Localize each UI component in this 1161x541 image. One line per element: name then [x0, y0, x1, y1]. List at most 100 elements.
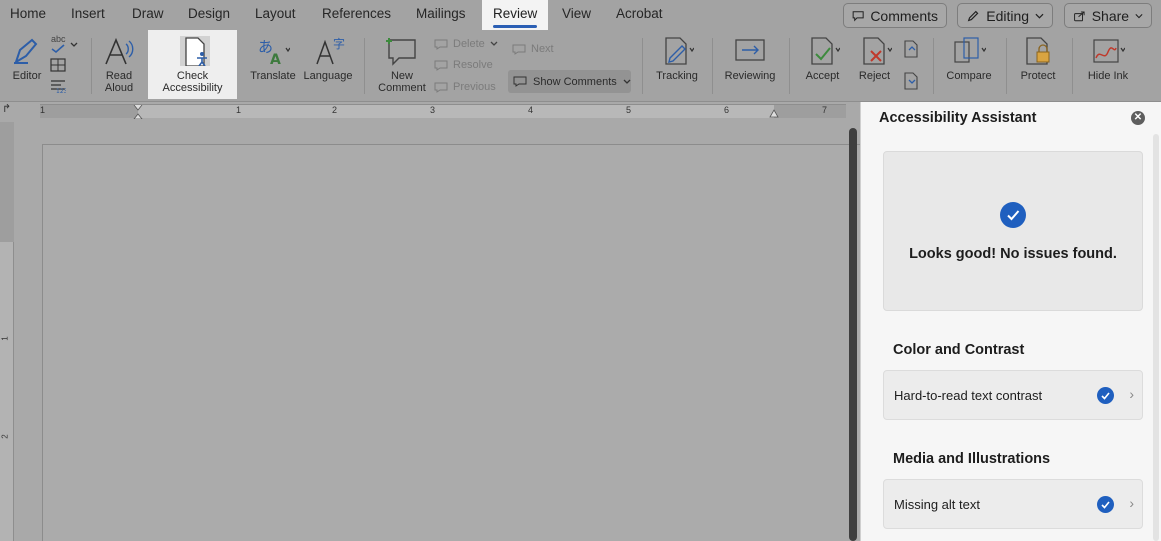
- section-heading-color-contrast: Color and Contrast: [893, 342, 1025, 358]
- summary-card: Looks good! No issues found.: [883, 151, 1143, 311]
- share-label: Share: [1091, 7, 1130, 24]
- read-aloud-button[interactable]: Read Aloud: [99, 30, 139, 100]
- reject-change-icon: [862, 37, 892, 65]
- hide-ink-button[interactable]: Hide Ink: [1082, 30, 1134, 100]
- editor-button[interactable]: Editor: [6, 30, 48, 100]
- tab-design[interactable]: Design: [188, 6, 230, 21]
- previous-comment-icon: [434, 82, 448, 93]
- tracking-button[interactable]: Tracking: [652, 30, 702, 100]
- tab-review-label: Review: [493, 6, 538, 21]
- accept-change-icon: [810, 37, 840, 65]
- resolve-comment-button[interactable]: Resolve: [434, 59, 493, 71]
- tab-mailings[interactable]: Mailings: [416, 6, 466, 21]
- chevron-down-icon: [1035, 13, 1044, 19]
- ribbon-separator: [712, 38, 713, 94]
- check-item-contrast[interactable]: Hard-to-read text contrast ›: [883, 370, 1143, 420]
- delete-comment-icon: [434, 39, 448, 50]
- vertical-ruler-top-margin: [0, 122, 14, 242]
- pane-scrollbar[interactable]: [1153, 134, 1159, 541]
- ribbon-separator: [933, 38, 934, 94]
- check-item-label: Hard-to-read text contrast: [894, 388, 1043, 403]
- compare-icon: [954, 37, 986, 63]
- spelling-check-icon: [51, 44, 65, 54]
- comments-button[interactable]: Comments: [843, 3, 947, 28]
- editing-label: Editing: [986, 7, 1030, 24]
- check-accessibility-label-2: Accessibility: [162, 82, 223, 94]
- tab-acrobat[interactable]: Acrobat: [616, 6, 663, 21]
- word-count-icon[interactable]: 123: [50, 79, 66, 93]
- read-aloud-label-2: Aloud: [104, 82, 134, 94]
- chevron-down-icon: [70, 42, 78, 47]
- check-circle-icon: [1000, 202, 1026, 228]
- check-item-alt-text[interactable]: Missing alt text ›: [883, 479, 1143, 529]
- delete-label: Delete: [453, 38, 485, 50]
- accept-button[interactable]: Accept: [800, 30, 845, 100]
- accessibility-assistant-pane: Accessibility Assistant ✕ Looks good! No…: [860, 102, 1161, 541]
- ruler-number: 6: [724, 105, 730, 115]
- check-circle-icon: [1097, 387, 1114, 404]
- ribbon-separator: [1006, 38, 1007, 94]
- section-heading-media: Media and Illustrations: [893, 451, 1051, 467]
- reject-button[interactable]: Reject: [852, 30, 897, 100]
- check-item-label: Missing alt text: [894, 497, 980, 512]
- compare-button[interactable]: Compare: [943, 30, 995, 100]
- track-changes-icon: [665, 37, 694, 65]
- translate-label: Translate: [250, 70, 296, 82]
- check-circle-icon: [1097, 496, 1114, 513]
- tab-draw[interactable]: Draw: [132, 6, 164, 21]
- hide-ink-label: Hide Ink: [1087, 70, 1129, 82]
- pencil-icon: [967, 10, 979, 21]
- share-button[interactable]: Share: [1064, 3, 1152, 28]
- right-indent-marker[interactable]: [769, 108, 779, 118]
- tab-insert[interactable]: Insert: [71, 6, 105, 21]
- vertical-ruler[interactable]: 1 2: [0, 122, 14, 541]
- tab-layout[interactable]: Layout: [255, 6, 296, 21]
- language-icon: 字: [316, 36, 345, 65]
- close-icon[interactable]: ✕: [1131, 111, 1145, 125]
- accessibility-document-icon: [179, 36, 210, 66]
- previous-change-icon[interactable]: [903, 40, 919, 58]
- indent-marker[interactable]: [133, 105, 143, 119]
- tab-view[interactable]: View: [562, 6, 591, 21]
- next-comment-button[interactable]: Next: [512, 43, 554, 55]
- check-accessibility-label-1: Check: [176, 70, 209, 82]
- review-ribbon: Editor abc 123 Read Aloud Check Accessib…: [0, 30, 1161, 102]
- editor-label: Editor: [12, 70, 42, 82]
- horizontal-ruler[interactable]: 1 1 2 3 4 5 6 7: [40, 104, 846, 119]
- translate-button[interactable]: あA Translate: [248, 30, 298, 100]
- spelling-button[interactable]: abc: [51, 34, 66, 44]
- previous-comment-button[interactable]: Previous: [434, 81, 496, 93]
- delete-comment-button[interactable]: Delete: [434, 38, 498, 50]
- new-comment-button[interactable]: New Comment: [376, 30, 428, 100]
- ruler-number: 2: [332, 105, 338, 115]
- spelling-abc-label: abc: [51, 34, 66, 44]
- chevron-down-icon: [1135, 13, 1143, 18]
- check-accessibility-button[interactable]: Check Accessibility: [148, 30, 237, 99]
- editing-button[interactable]: Editing: [957, 3, 1053, 28]
- tab-selector[interactable]: ↱: [0, 102, 14, 120]
- ruler-number: 3: [430, 105, 436, 115]
- tab-references[interactable]: References: [322, 6, 391, 21]
- reviewing-pane-icon: [735, 39, 765, 61]
- thesaurus-icon[interactable]: [50, 58, 66, 72]
- lock-document-icon: [1026, 37, 1050, 65]
- document-page[interactable]: [42, 144, 862, 541]
- document-scrollbar[interactable]: [849, 128, 857, 541]
- ribbon-separator: [1072, 38, 1073, 94]
- share-icon: [1074, 11, 1085, 21]
- next-change-icon[interactable]: [903, 72, 919, 90]
- show-comments-icon: [513, 76, 527, 87]
- svg-text:A: A: [270, 52, 281, 66]
- reviewing-button[interactable]: Reviewing: [722, 30, 778, 100]
- chevron-right-icon: ›: [1129, 386, 1134, 402]
- protect-label: Protect: [1020, 70, 1056, 82]
- protect-button[interactable]: Protect: [1016, 30, 1060, 100]
- tab-home[interactable]: Home: [10, 6, 46, 21]
- ruler-number: 5: [626, 105, 632, 115]
- chevron-down-icon: [623, 79, 631, 84]
- show-comments-button[interactable]: Show Comments: [508, 70, 631, 93]
- ruler-number: 1: [236, 105, 242, 115]
- ruler-number: 7: [822, 105, 828, 115]
- language-button[interactable]: 字 Language: [302, 30, 354, 100]
- comment-icon: [852, 10, 864, 21]
